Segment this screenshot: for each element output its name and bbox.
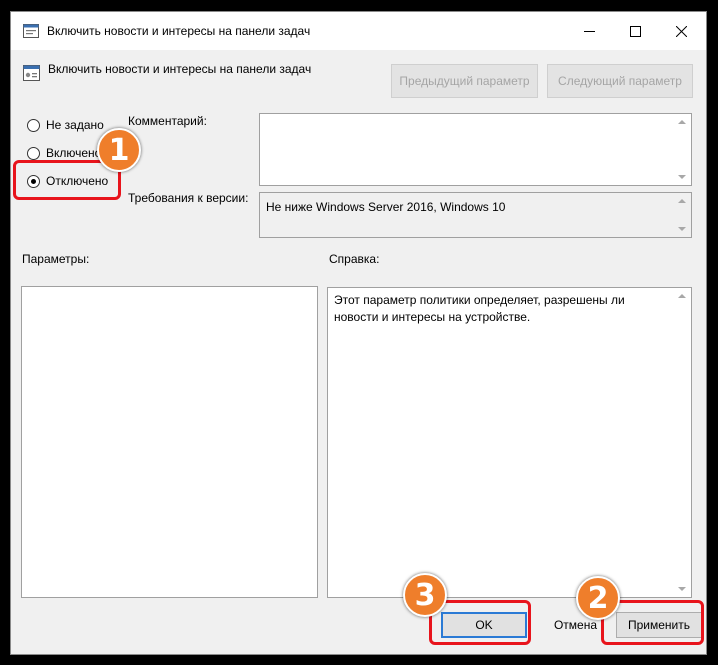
options-label: Параметры:: [22, 252, 90, 266]
radio-label: Включено: [46, 146, 102, 160]
radio-circle-selected[interactable]: [27, 174, 40, 188]
supported-on-label: Требования к версии:: [128, 191, 249, 205]
radio-circle[interactable]: [27, 118, 40, 132]
previous-setting-button[interactable]: Предыдущий параметр: [391, 64, 538, 98]
policy-dialog-window: Включить новости и интересы на панели за…: [10, 11, 707, 655]
next-setting-button[interactable]: Следующий параметр: [547, 64, 693, 98]
radio-disabled[interactable]: Отключено: [27, 173, 108, 189]
minimize-icon: [583, 30, 595, 32]
title-bar: Включить новости и интересы на панели за…: [11, 12, 706, 50]
maximize-icon: [629, 25, 641, 37]
supported-on-value: Не ниже Windows Server 2016, Windows 10: [266, 200, 506, 214]
step-badge-1: 1: [97, 128, 141, 172]
apply-button[interactable]: Применить: [616, 612, 702, 638]
policy-setting-icon: [23, 65, 40, 81]
policy-settings-icon: [23, 24, 39, 38]
radio-label: Не задано: [46, 118, 104, 132]
help-text: Этот параметр политики определяет, разре…: [334, 293, 625, 324]
step-badge-3: 3: [403, 573, 447, 617]
radio-not-configured[interactable]: Не задано: [27, 117, 104, 133]
radio-label: Отключено: [46, 174, 109, 188]
step-badge-2: 2: [576, 576, 620, 620]
radio-circle[interactable]: [27, 146, 40, 160]
comment-textarea[interactable]: [259, 113, 692, 186]
options-panel: [21, 286, 318, 598]
radio-enabled[interactable]: Включено: [27, 145, 101, 161]
minimize-button[interactable]: [566, 12, 612, 50]
help-label: Справка:: [329, 252, 380, 266]
supported-on-scrollbar[interactable]: [674, 193, 691, 237]
comment-label: Комментарий:: [128, 114, 207, 128]
comment-scrollbar[interactable]: [674, 114, 691, 185]
maximize-button[interactable]: [612, 12, 658, 50]
help-panel: Этот параметр политики определяет, разре…: [327, 287, 692, 598]
close-icon: [675, 25, 687, 37]
close-button[interactable]: [658, 12, 704, 50]
ok-button[interactable]: OK: [441, 612, 527, 638]
supported-on-field: Не ниже Windows Server 2016, Windows 10: [259, 192, 692, 238]
window-title: Включить новости и интересы на панели за…: [47, 24, 311, 38]
setting-name: Включить новости и интересы на панели за…: [48, 62, 312, 76]
help-scrollbar[interactable]: [674, 288, 691, 597]
